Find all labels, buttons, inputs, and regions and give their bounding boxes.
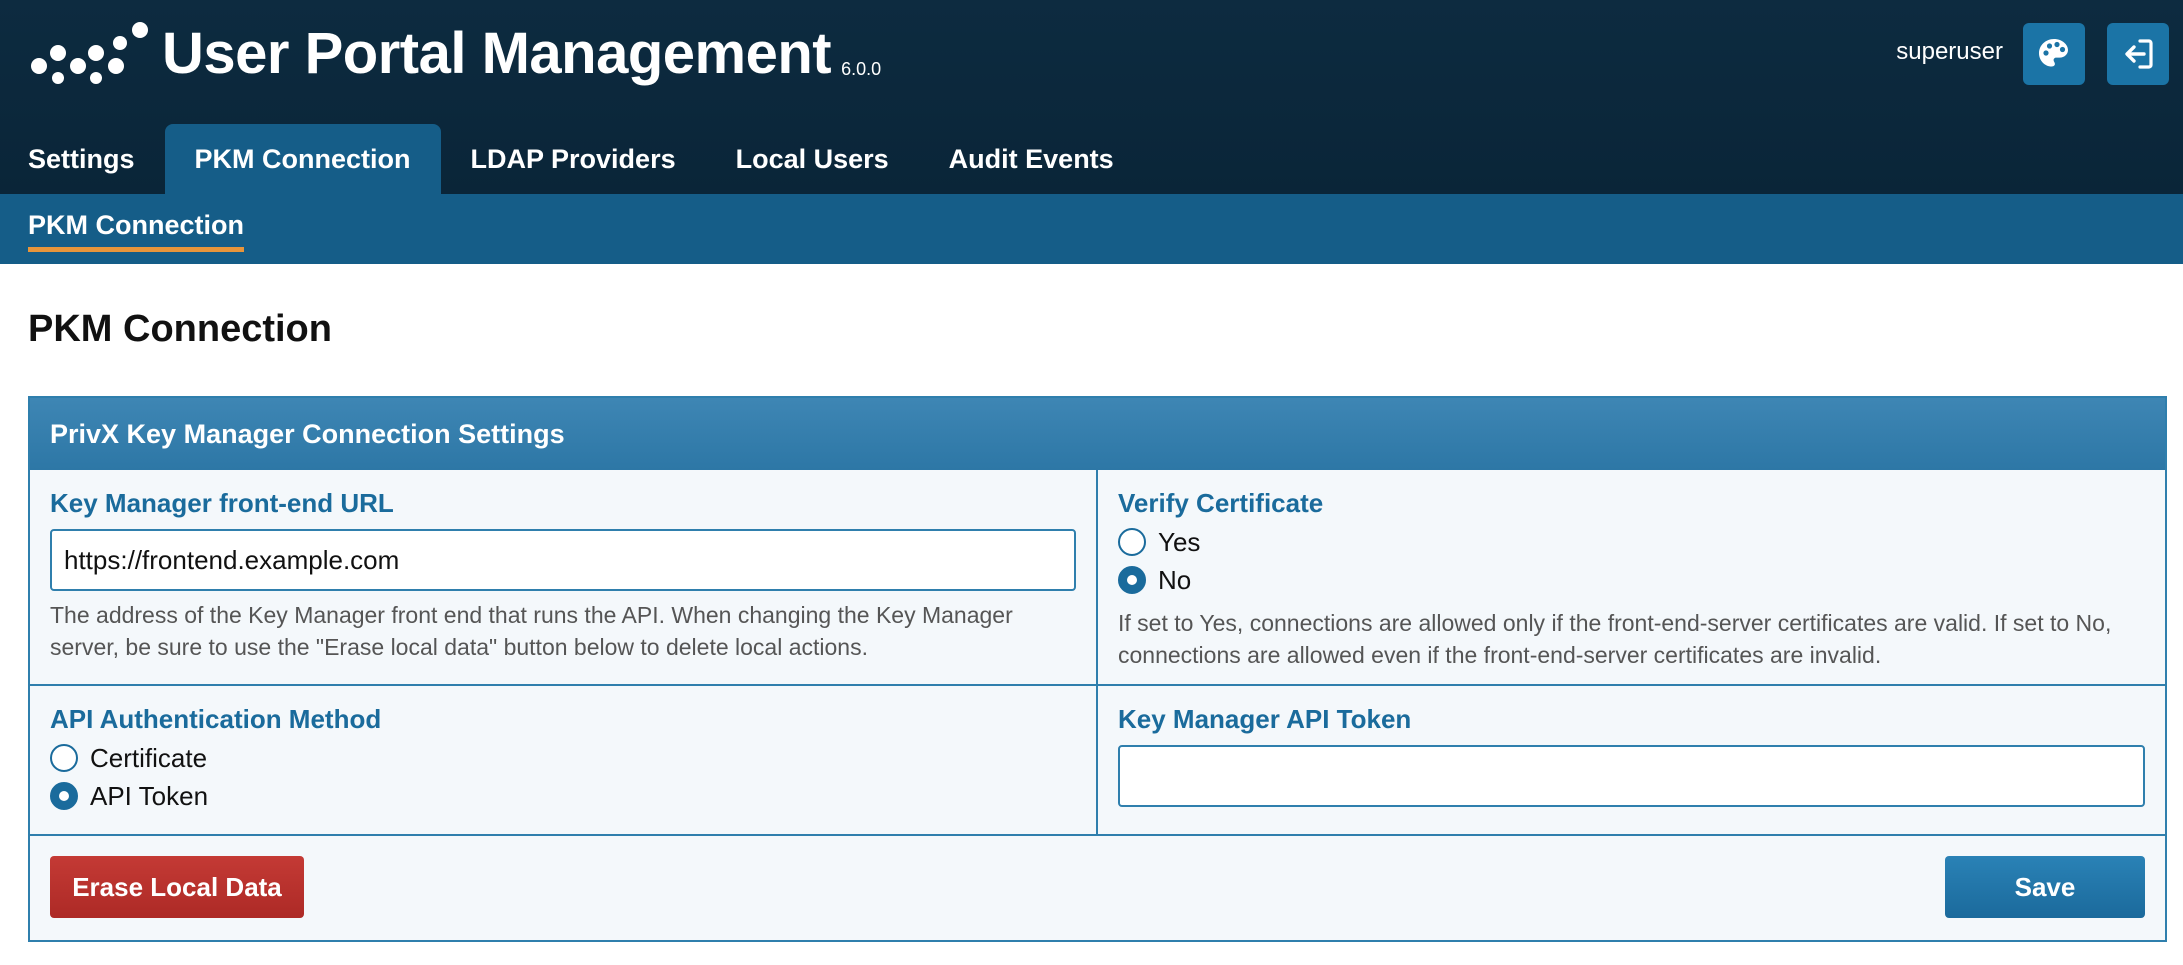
verify-no-label: No: [1158, 564, 1192, 595]
verify-no-radio[interactable]: [1118, 566, 1146, 594]
palette-icon: [2039, 39, 2068, 67]
auth-method-section: API Authentication Method Certificate AP…: [30, 686, 1098, 836]
logo-dots-icon: [31, 22, 148, 84]
api-token-input[interactable]: [1118, 745, 2145, 807]
current-user: superuser: [1896, 38, 2003, 65]
auth-certificate-option[interactable]: Certificate: [50, 739, 1076, 777]
frontend-url-input[interactable]: [50, 529, 1076, 591]
auth-token-option[interactable]: API Token: [50, 777, 1076, 815]
api-token-label: Key Manager API Token: [1118, 704, 1412, 734]
theme-button[interactable]: [2023, 23, 2085, 85]
erase-local-data-button[interactable]: Erase Local Data: [50, 856, 304, 918]
auth-certificate-label: Certificate: [90, 742, 208, 773]
logout-button[interactable]: [2107, 23, 2169, 85]
verify-certificate-label: Verify Certificate: [1118, 488, 1324, 518]
tab-audit-events[interactable]: Audit Events: [919, 124, 1144, 194]
frontend-url-section: Key Manager front-end URL The address of…: [30, 470, 1098, 686]
tab-local-users[interactable]: Local Users: [706, 124, 919, 194]
verify-yes-radio[interactable]: [1118, 528, 1146, 556]
app-title: User Portal Management: [162, 21, 832, 86]
main-tabs: Settings PKM Connection LDAP Providers L…: [0, 124, 1144, 194]
frontend-url-help: The address of the Key Manager front end…: [50, 602, 1013, 660]
settings-panel: PrivX Key Manager Connection Settings Ke…: [28, 396, 2167, 942]
auth-token-label: API Token: [90, 780, 209, 811]
page-title: PKM Connection: [28, 308, 332, 350]
verify-certificate-help: If set to Yes, connections are allowed o…: [1118, 610, 2112, 668]
app-header: User Portal Management 6.0.0 superuser S…: [0, 0, 2183, 194]
verify-no-option[interactable]: No: [1118, 561, 2145, 599]
subtab-pkm-connection[interactable]: PKM Connection: [28, 210, 244, 252]
sign-out-icon: [2125, 39, 2153, 69]
auth-certificate-radio[interactable]: [50, 744, 78, 772]
auth-token-radio[interactable]: [50, 782, 78, 810]
tab-ldap-providers[interactable]: LDAP Providers: [441, 124, 706, 194]
api-token-section: Key Manager API Token: [1098, 686, 2165, 836]
verify-certificate-section: Verify Certificate Yes No If set to Yes,…: [1098, 470, 2165, 686]
brand: User Portal Management 6.0.0: [28, 14, 881, 94]
action-bar: Erase Local Data Save: [30, 836, 2165, 940]
frontend-url-label: Key Manager front-end URL: [50, 488, 394, 518]
verify-yes-label: Yes: [1158, 526, 1201, 557]
panel-title: PrivX Key Manager Connection Settings: [30, 398, 2165, 470]
settings-grid: Key Manager front-end URL The address of…: [30, 470, 2165, 940]
auth-method-label: API Authentication Method: [50, 704, 382, 734]
sub-navigation: PKM Connection: [0, 194, 2183, 264]
tab-pkm-connection[interactable]: PKM Connection: [164, 124, 441, 194]
app-version: 6.0.0: [841, 59, 882, 79]
verify-yes-option[interactable]: Yes: [1118, 523, 2145, 561]
tab-settings[interactable]: Settings: [0, 124, 165, 194]
save-button[interactable]: Save: [1945, 856, 2145, 918]
